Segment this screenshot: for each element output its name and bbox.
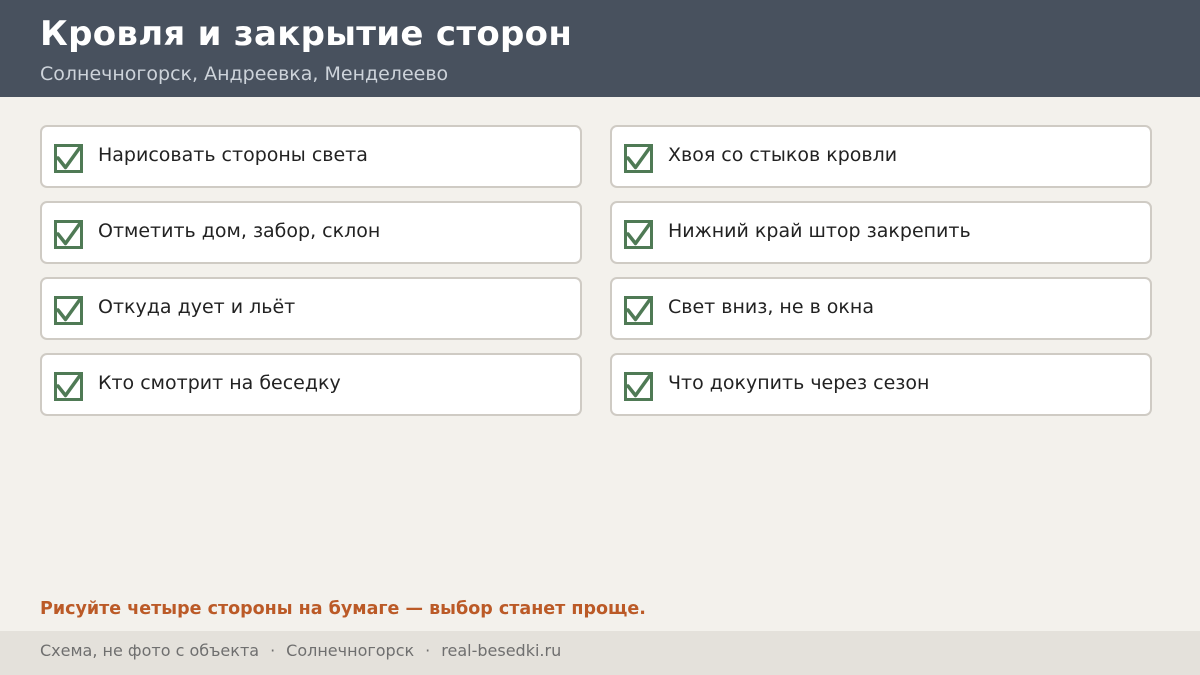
footer-city: Солнечногорск: [286, 641, 415, 660]
checklist-item-label: Отметить дом, забор, склон: [98, 220, 381, 242]
footer-text: Схема, не фото с объекта · Солнечногорск · r…: [40, 641, 561, 660]
checklist-item-label: Нижний край штор закрепить: [668, 220, 971, 242]
footer: Схема, не фото с объекта · Солнечногорск · r…: [0, 631, 1200, 675]
checklist-item-left-4[interactable]: Кто смотрит на беседку: [40, 353, 582, 416]
checkbox-checked-icon[interactable]: [54, 220, 83, 249]
checkbox-checked-icon[interactable]: [624, 144, 653, 173]
checklist-item-left-3[interactable]: Откуда дует и льёт: [40, 277, 582, 340]
checklist-item-label: Откуда дует и льёт: [98, 296, 296, 318]
tip-text: Рисуйте четыре стороны на бумаге — выбор…: [40, 599, 646, 619]
checklist-item-right-2[interactable]: Нижний край штор закрепить: [610, 201, 1152, 264]
checkbox-checked-icon[interactable]: [624, 296, 653, 325]
page-subtitle: Солнечногорск, Андреевка, Менделеево: [40, 63, 449, 85]
checklist-item-label: Хвоя со стыков кровли: [668, 144, 898, 166]
footer-separator: ·: [270, 641, 276, 660]
checklist-item-label: Что докупить через сезон: [668, 372, 930, 394]
footer-site-link[interactable]: real-besedki.ru: [441, 641, 561, 660]
checkbox-checked-icon[interactable]: [54, 372, 83, 401]
header: Кровля и закрытие сторон Солнечногорск, …: [0, 0, 1200, 97]
checklist-item-right-3[interactable]: Свет вниз, не в окна: [610, 277, 1152, 340]
footer-separator: ·: [425, 641, 431, 660]
footer-note: Схема, не фото с объекта: [40, 641, 260, 660]
checklist-item-right-1[interactable]: Хвоя со стыков кровли: [610, 125, 1152, 188]
checkbox-checked-icon[interactable]: [624, 220, 653, 249]
checkbox-checked-icon[interactable]: [54, 296, 83, 325]
checklist-item-label: Кто смотрит на беседку: [98, 372, 341, 394]
checklist-item-label: Свет вниз, не в окна: [668, 296, 874, 318]
page-title: Кровля и закрытие сторон: [40, 14, 573, 54]
checkbox-checked-icon[interactable]: [54, 144, 83, 173]
checkbox-checked-icon[interactable]: [624, 372, 653, 401]
checklist-item-right-4[interactable]: Что докупить через сезон: [610, 353, 1152, 416]
checklist-item-left-2[interactable]: Отметить дом, забор, склон: [40, 201, 582, 264]
checklist-item-left-1[interactable]: Нарисовать стороны света: [40, 125, 582, 188]
checklist-item-label: Нарисовать стороны света: [98, 144, 368, 166]
